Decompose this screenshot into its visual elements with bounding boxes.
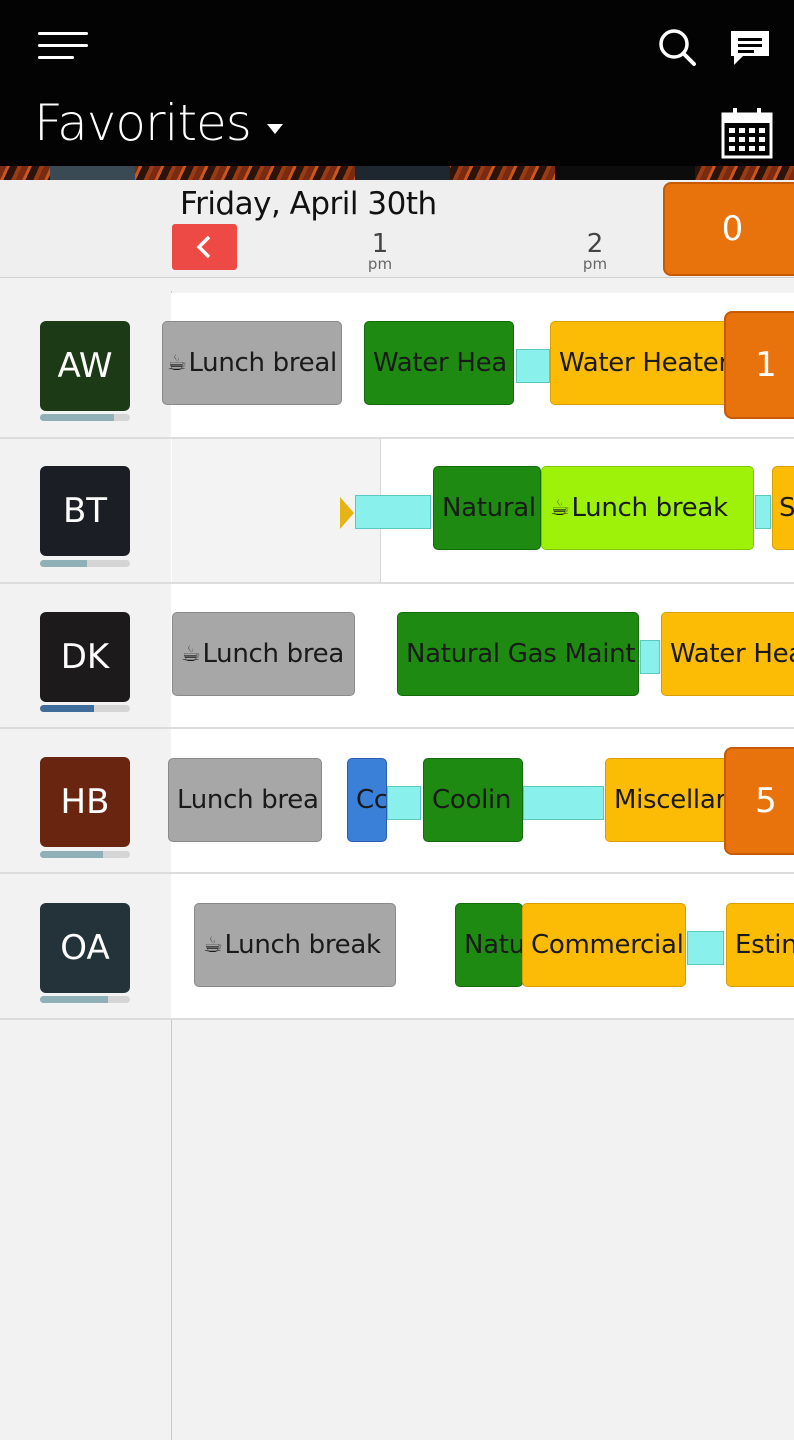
job-block[interactable]: Commercial (522, 903, 686, 987)
row-divider (0, 727, 794, 729)
avatar-initials: BT (62, 491, 108, 531)
progress-fill (40, 414, 114, 421)
messages-button[interactable] (728, 28, 772, 68)
job-block[interactable]: Lunch brea (168, 758, 322, 842)
travel-time-block (516, 349, 550, 383)
avatar-initials: OA (60, 928, 110, 968)
hour-label-2pm: 2 pm (575, 229, 615, 273)
previous-day-button[interactable] (172, 224, 237, 270)
avatar-initials: AW (57, 346, 113, 386)
job-block[interactable]: Cc (347, 758, 387, 842)
schedule-date: Friday, April 30th (180, 186, 437, 222)
hamburger-icon-line (38, 44, 88, 47)
current-position-marker (340, 497, 354, 529)
coffee-cup-icon: ☕ (181, 641, 201, 667)
job-block[interactable]: ☕ Lunch brea (172, 612, 355, 696)
job-label: Coolin (432, 785, 512, 815)
coffee-cup-icon: ☕ (550, 495, 570, 521)
row-divider (0, 582, 794, 584)
job-count-badge[interactable]: 1 (724, 311, 794, 419)
progress-fill (40, 705, 94, 712)
travel-time-block (387, 786, 421, 820)
row-divider (0, 872, 794, 874)
hamburger-menu-button[interactable] (38, 30, 88, 62)
hour-ampm: pm (582, 255, 608, 273)
avatar[interactable]: OA (40, 903, 130, 993)
dropdown-caret-icon[interactable] (267, 124, 283, 134)
job-block[interactable]: Estin (726, 903, 794, 987)
row-divider (0, 437, 794, 439)
job-label: Natural (442, 493, 536, 523)
technician-column (0, 291, 172, 1440)
job-label: Natural Gas Maint (406, 639, 636, 669)
progress-bar (40, 705, 130, 712)
job-block[interactable]: Water Hea (661, 612, 794, 696)
job-label: Natu (464, 930, 523, 960)
search-button[interactable] (656, 26, 698, 68)
job-label: Water Heater (559, 348, 729, 378)
job-label: S (779, 493, 794, 523)
hamburger-icon-line (38, 56, 74, 59)
coffee-cup-icon: ☕ (203, 932, 223, 958)
avatar[interactable]: DK (40, 612, 130, 702)
search-icon (659, 29, 696, 66)
avatar[interactable]: AW (40, 321, 130, 411)
job-block[interactable]: Water Heater (550, 321, 750, 405)
progress-bar (40, 996, 130, 1003)
job-block[interactable]: S (772, 466, 794, 550)
job-block[interactable]: ☕ Lunch break (194, 903, 396, 987)
travel-time-block (755, 495, 771, 529)
job-label: Lunch brea (202, 639, 345, 669)
hour-ampm: pm (367, 255, 393, 273)
progress-bar (40, 560, 130, 567)
job-label: Lunch break (224, 930, 381, 960)
job-block[interactable]: Natural (433, 466, 541, 550)
job-block[interactable]: Natu (455, 903, 523, 987)
row-divider (0, 1018, 794, 1020)
avatar-initials: DK (60, 637, 110, 677)
job-label: Commercial (531, 930, 684, 960)
app-header: Favorites (0, 0, 794, 168)
job-count-badge[interactable]: 5 (724, 747, 794, 855)
job-label: Water Hea (373, 348, 507, 378)
hamburger-icon (38, 32, 88, 35)
travel-time-block (687, 931, 724, 965)
coffee-cup-icon: ☕ (167, 350, 187, 376)
job-block[interactable]: Natural Gas Maint (397, 612, 639, 696)
job-label: Lunch brea (177, 785, 319, 815)
progress-fill (40, 996, 108, 1003)
page-title[interactable]: Favorites (34, 94, 252, 152)
progress-bar (40, 414, 130, 421)
avatar[interactable]: HB (40, 757, 130, 847)
progress-bar (40, 851, 130, 858)
job-label: Estin (735, 930, 794, 960)
chat-icon (731, 31, 769, 65)
progress-fill (40, 851, 103, 858)
hour-number: 1 (371, 229, 389, 259)
travel-time-block (640, 640, 660, 674)
avatar[interactable]: BT (40, 466, 130, 556)
job-label: Lunch break (571, 493, 728, 523)
job-block[interactable]: Coolin (423, 758, 523, 842)
job-label: Water Hea (670, 639, 794, 669)
unassigned-count-badge[interactable]: 0 (663, 182, 794, 276)
travel-time-block (355, 495, 431, 529)
job-block[interactable]: Water Hea (364, 321, 514, 405)
job-label: Miscellar (614, 785, 726, 815)
job-block[interactable]: ☕ Lunch breal (162, 321, 342, 405)
job-label: Cc (356, 785, 387, 815)
progress-fill (40, 560, 87, 567)
decorative-banner (0, 166, 794, 180)
job-label: Lunch breal (188, 348, 337, 378)
hour-number: 2 (586, 229, 604, 259)
avatar-initials: HB (60, 782, 110, 822)
travel-time-block (523, 786, 604, 820)
calendar-icon (721, 108, 773, 159)
hour-label-1pm: 1 pm (360, 229, 400, 273)
job-block[interactable]: ☕ Lunch break (541, 466, 754, 550)
chevron-left-icon (196, 235, 211, 259)
calendar-button[interactable] (720, 106, 774, 160)
